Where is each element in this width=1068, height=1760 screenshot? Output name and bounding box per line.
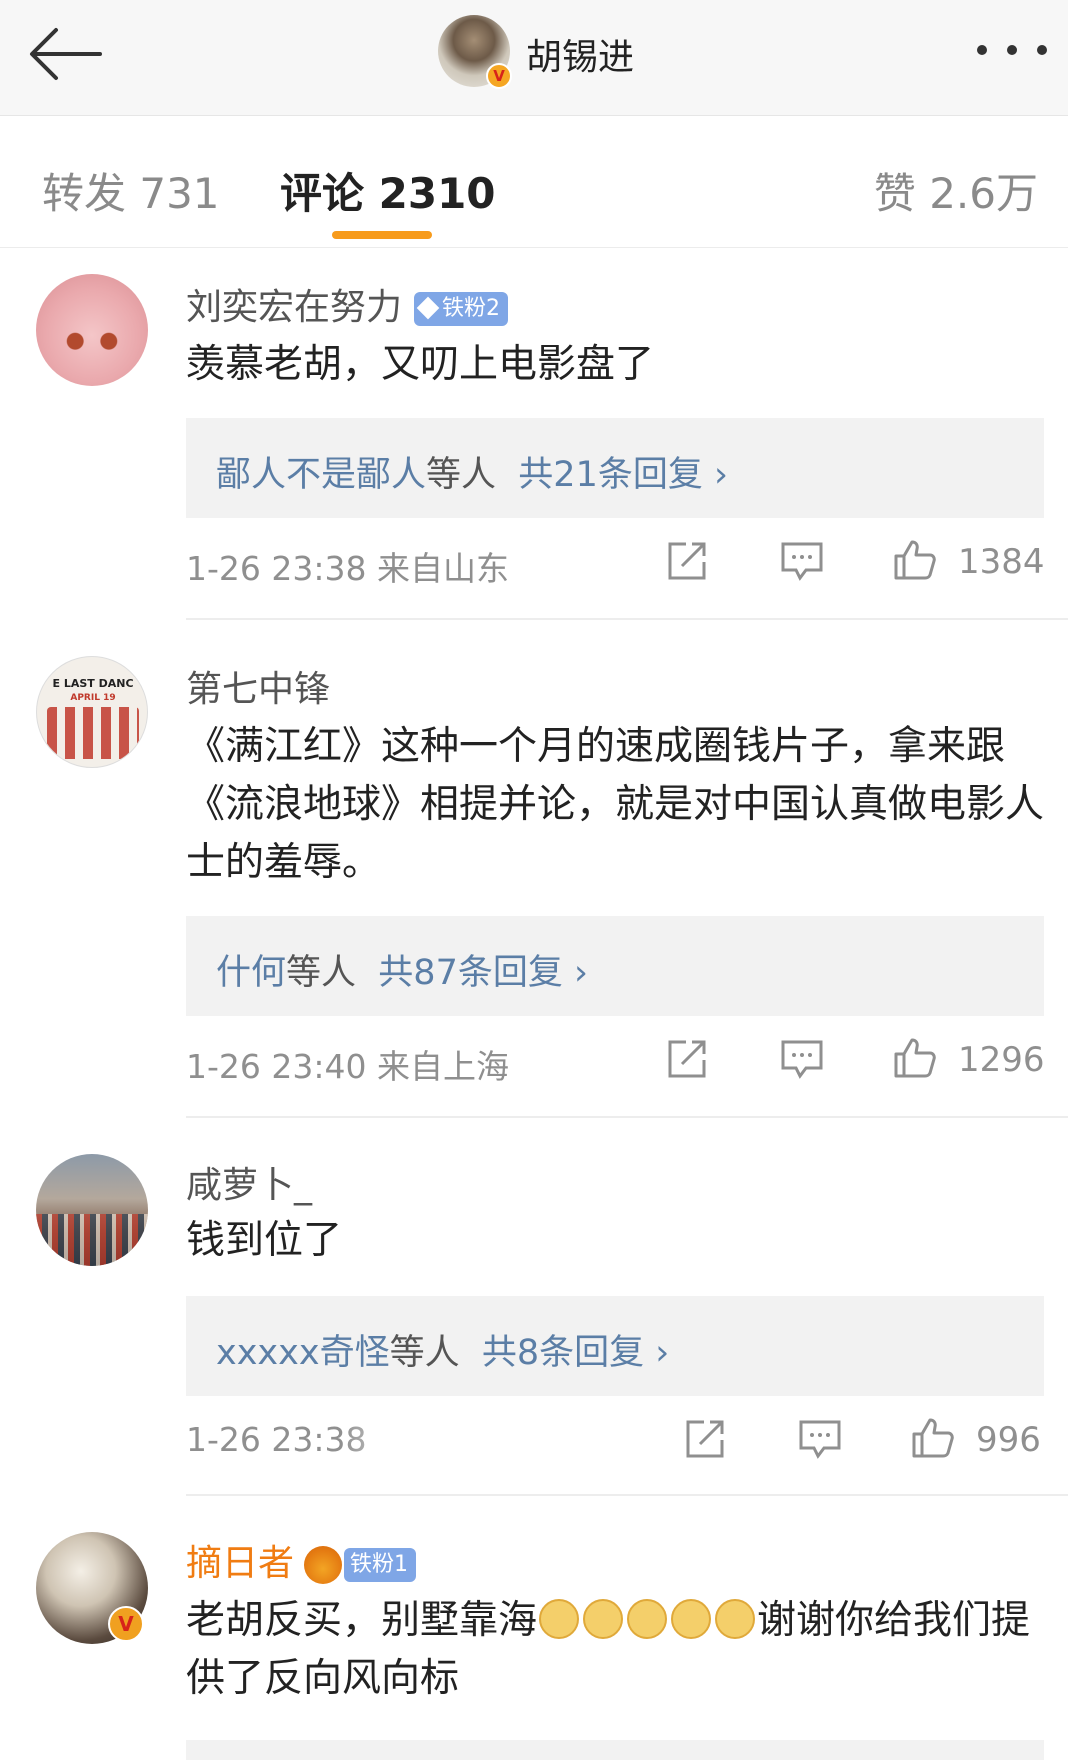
fan-badge: 铁粉1 [344,1548,417,1582]
dog-emoji-icon [583,1599,624,1639]
like-count: 996 [976,1420,1041,1460]
commenter-name[interactable]: 摘日者 铁粉1 [186,1534,417,1586]
comment-item: 咸萝卜_ 钱到位了 xxxxx奇怪等人 共8条回复 › 1-26 23:38 9… [0,1118,1068,1496]
reply-mid-text: 等人 [426,455,497,495]
tab-repost[interactable]: 转发 731 [42,160,220,221]
commenter-avatar[interactable]: V [36,1532,148,1644]
comment-text-part: 老胡反买，别墅靠海 [186,1598,538,1643]
replies-preview[interactable]: 什何等人 共87条回复 › [186,916,1044,1016]
reply-users[interactable]: xxxxx奇怪 [216,1333,390,1373]
dog-emoji-icon [539,1599,580,1639]
blur-mask [340,1416,560,1456]
comment-icon[interactable] [780,1036,824,1080]
like-icon[interactable] [892,538,936,582]
fan-badge: 铁粉2 [414,292,509,326]
tab-active-indicator [332,231,432,239]
dog-emoji-icon [715,1599,756,1639]
avatar-poster-sub: APRIL 19 [70,693,116,703]
comment-item: V 摘日者 铁粉1 老胡反买，别墅靠海 谢谢你给我们提供了反向风向标 [0,1496,1068,1760]
commenter-name[interactable]: 咸萝卜_ [186,1156,312,1208]
comment-text: 《满江红》这种一个月的速成圈钱片子，拿来跟《流浪地球》相提并论，就是对中国认真做… [186,724,1045,885]
crown-icon [304,1546,343,1584]
dog-emoji-icon [671,1599,712,1639]
commenter-name[interactable]: 第七中锋 [186,660,330,712]
commenter-avatar[interactable]: E LAST DANC APRIL 19 [36,656,148,768]
top-bar: V 胡锡进 [0,0,1068,116]
more-icon[interactable] [972,30,1052,70]
diamond-icon [416,296,440,320]
avatar-poster-title: E LAST DANC [52,677,134,690]
reply-total[interactable]: 共8条回复 › [482,1333,669,1373]
like-icon[interactable] [892,1036,936,1080]
comment-item: 刘奕宏在努力 铁粉2 羡慕老胡，又叨上电影盘了 鄙人不是鄙人等人 共21条回复 ›… [0,248,1068,622]
replies-preview[interactable]: 鄙人不是鄙人等人 共21条回复 › [186,418,1044,518]
comment-icon[interactable] [798,1416,842,1460]
like-icon[interactable] [910,1416,954,1460]
tab-like[interactable]: 赞 2.6万 [874,160,1038,221]
reply-total[interactable]: 共21条回复 › [518,455,728,495]
comment-text: 老胡反买，别墅靠海 谢谢你给我们提供了反向风向标 [186,1592,1046,1708]
author-name[interactable]: 胡锡进 [526,28,634,80]
comment-text: 羡慕老胡，又叨上电影盘了 [186,342,655,387]
comment-icon[interactable] [780,538,824,582]
reply-mid-text: 等人 [389,1333,460,1373]
comment-meta: 1-26 23:40 来自上海 [186,1047,509,1086]
reply-total[interactable]: 共87条回复 › [378,953,588,993]
replies-preview[interactable] [186,1740,1044,1760]
avatar-figures [47,707,139,759]
repost-icon[interactable] [684,1416,728,1460]
verified-badge-icon: V [108,1606,144,1642]
reply-mid-text: 等人 [286,953,357,993]
avatar-crowd [36,1214,148,1266]
comment-meta: 1-26 23:38 来自山东 [186,549,509,588]
commenter-avatar[interactable] [36,274,148,386]
verified-badge-icon: V [486,63,512,89]
reply-users[interactable]: 鄙人不是鄙人 [216,455,426,495]
tab-bar: 转发 731 评论 2310 赞 2.6万 [0,116,1068,248]
fan-badge-label: 铁粉2 [442,296,501,321]
comment-text: 钱到位了 [186,1218,343,1263]
dog-emoji-icon [627,1599,668,1639]
fan-badge-label: 铁粉1 [350,1552,409,1577]
like-count: 1384 [958,542,1045,582]
reply-users[interactable]: 什何 [216,953,286,993]
commenter-name-text: 刘奕宏在努力 [186,287,403,328]
repost-icon[interactable] [666,538,710,582]
like-count: 1296 [958,1040,1045,1080]
replies-preview[interactable]: xxxxx奇怪等人 共8条回复 › [186,1296,1044,1396]
commenter-name-text: 摘日者 [186,1543,295,1584]
commenter-name[interactable]: 刘奕宏在努力 铁粉2 [186,278,509,330]
back-arrow-icon[interactable] [26,22,106,86]
commenter-avatar[interactable] [36,1154,148,1266]
author-avatar[interactable]: V [438,15,512,89]
repost-icon[interactable] [666,1036,710,1080]
comment-item: E LAST DANC APRIL 19 第七中锋 《满江红》这种一个月的速成圈… [0,620,1068,1118]
